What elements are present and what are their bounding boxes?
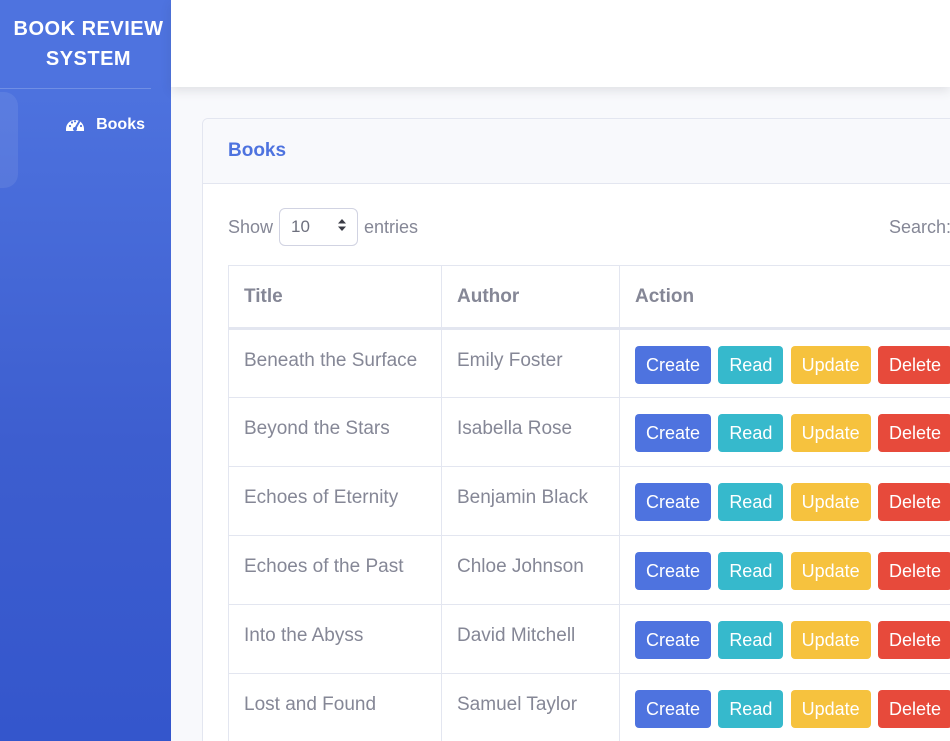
book-author-cell: Isabella Rose (441, 397, 620, 467)
table-header-row: Title Author Action (228, 265, 950, 330)
action-cell: Create Read Update Delete (619, 397, 950, 467)
create-button[interactable]: Create (635, 414, 712, 452)
tachometer-icon (64, 114, 86, 136)
book-title-cell: Beneath the Surface (228, 328, 442, 398)
read-button[interactable]: Read (718, 483, 784, 521)
action-cell: Create Read Update Delete (619, 328, 950, 398)
update-button[interactable]: Update (790, 690, 871, 728)
update-button[interactable]: Update (790, 552, 871, 590)
action-cell: Create Read Update Delete (619, 535, 950, 605)
read-button[interactable]: Read (718, 346, 784, 384)
book-author-cell: Samuel Taylor (441, 673, 620, 741)
book-title-cell: Into the Abyss (228, 604, 442, 674)
search-label: Search: (888, 217, 950, 237)
column-header-title[interactable]: Title (228, 265, 442, 330)
sidebar: BOOK REVIEW SYSTEM Books (0, 0, 171, 741)
entries-label: entries (364, 216, 419, 237)
delete-button[interactable]: Delete (877, 690, 950, 728)
table-row: Beyond the Stars Isabella Rose Create Re… (228, 397, 950, 467)
column-header-action: Action (619, 265, 950, 330)
action-cell: Create Read Update Delete (619, 673, 950, 741)
update-button[interactable]: Update (790, 621, 871, 659)
update-button[interactable]: Update (790, 346, 871, 384)
create-button[interactable]: Create (635, 346, 712, 384)
sidebar-active-indicator (0, 92, 18, 188)
book-author-cell: Emily Foster (441, 328, 620, 398)
read-button[interactable]: Read (718, 552, 784, 590)
read-button[interactable]: Read (718, 621, 784, 659)
book-author-cell: Chloe Johnson (441, 535, 620, 605)
table-row: Beneath the Surface Emily Foster Create … (228, 328, 950, 398)
column-header-author[interactable]: Author (441, 265, 620, 330)
delete-button[interactable]: Delete (877, 346, 950, 384)
brand-line-2: SYSTEM (45, 48, 132, 70)
book-title-cell: Echoes of Eternity (228, 466, 442, 536)
book-title-cell: Lost and Found (228, 673, 442, 741)
brand-title[interactable]: BOOK REVIEW SYSTEM (0, 0, 171, 88)
sidebar-item-books[interactable]: Books (0, 89, 171, 161)
read-button[interactable]: Read (718, 414, 784, 452)
delete-button[interactable]: Delete (877, 414, 950, 452)
topbar (171, 0, 950, 87)
book-title-cell: Beyond the Stars (228, 397, 442, 467)
action-cell: Create Read Update Delete (619, 604, 950, 674)
create-button[interactable]: Create (635, 552, 712, 590)
books-table: Title Author Action Beneath the Surface … (228, 265, 950, 741)
table-row: Echoes of Eternity Benjamin Black Create… (228, 466, 950, 536)
table-row: Into the Abyss David Mitchell Create Rea… (228, 604, 950, 674)
delete-button[interactable]: Delete (877, 621, 950, 659)
create-button[interactable]: Create (635, 483, 712, 521)
brand-line-1: BOOK REVIEW (13, 18, 164, 40)
read-button[interactable]: Read (718, 690, 784, 728)
table-controls: Show 10 entries Search: (228, 208, 950, 246)
book-title-cell: Echoes of the Past (228, 535, 442, 605)
update-button[interactable]: Update (790, 483, 871, 521)
table-row: Echoes of the Past Chloe Johnson Create … (228, 535, 950, 605)
sidebar-item-label: Books (96, 116, 145, 133)
create-button[interactable]: Create (635, 621, 712, 659)
table-row: Lost and Found Samuel Taylor Create Read… (228, 673, 950, 741)
entries-value: 10 (291, 217, 310, 236)
action-cell: Create Read Update Delete (619, 466, 950, 536)
book-author-cell: Benjamin Black (441, 466, 620, 536)
card-title: Books (203, 119, 950, 184)
entries-select[interactable]: 10 (279, 208, 359, 246)
create-button[interactable]: Create (635, 690, 712, 728)
delete-button[interactable]: Delete (877, 552, 950, 590)
show-label: Show (228, 216, 274, 237)
book-author-cell: David Mitchell (441, 604, 620, 674)
delete-button[interactable]: Delete (877, 483, 950, 521)
sort-arrows-icon (337, 217, 347, 237)
update-button[interactable]: Update (790, 414, 871, 452)
books-card: Books Show 10 entries Search: Title Auth… (202, 118, 950, 741)
